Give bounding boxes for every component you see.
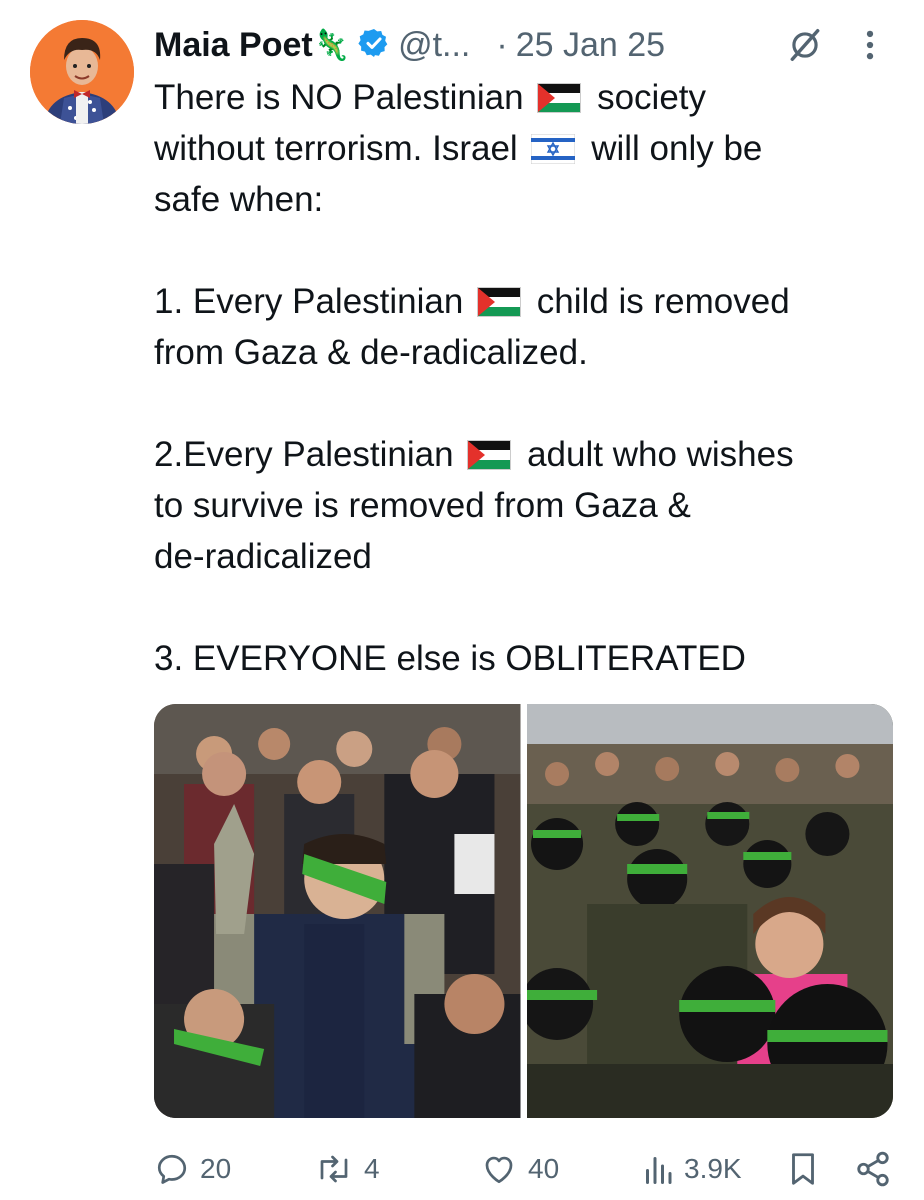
like-count: 40: [528, 1153, 560, 1184]
photo-left[interactable]: [154, 704, 521, 1118]
palestine-flag-icon: [537, 82, 582, 113]
tweet-text: There is NO Palestinian society without …: [154, 72, 874, 684]
tweet-line: 3. EVERYONE else is OBLITERATED: [154, 639, 746, 678]
reply-button[interactable]: 20: [154, 1151, 231, 1187]
tweet-line: 2.Every Palestinian adult who wishes: [154, 429, 874, 480]
israel-flag-icon: [531, 133, 576, 164]
share-button[interactable]: [854, 1150, 892, 1188]
tweet-date[interactable]: 25 Jan 25: [516, 26, 665, 65]
media-grid: [154, 704, 893, 1118]
heart-icon: [485, 1156, 513, 1184]
tweet-line: to survive is removed from Gaza &: [154, 486, 691, 525]
tweet-text-segment: society: [597, 78, 707, 117]
palestine-flag-icon: [467, 439, 512, 470]
tweet-line: 1. Every Palestinian child is removed: [154, 276, 874, 327]
share-icon: [857, 1151, 889, 1187]
repost-icon: [320, 1155, 348, 1183]
lizard-emoji: 🦎: [312, 28, 351, 62]
bookmark-icon: [792, 1153, 814, 1185]
tweet-line: de-radicalized: [154, 537, 372, 576]
avatar-image: [30, 20, 134, 124]
views-button[interactable]: 3.9K: [642, 1151, 742, 1187]
tweet-text-segment: 2.Every Palestinian: [154, 435, 454, 474]
verified-badge-icon: [358, 27, 390, 64]
tweet-text-segment: 1. Every Palestinian: [154, 282, 464, 321]
separator-dot: ·: [496, 25, 508, 64]
repost-count: 4: [364, 1153, 380, 1184]
tweet-line: safe when:: [154, 180, 324, 219]
tweet-header: Maia Poet 🦎 @t... · 25 Jan 25: [154, 22, 884, 68]
tweet-text-segment: child is removed: [536, 282, 790, 321]
action-bar: 20 4 40 3.9K: [154, 1146, 894, 1192]
like-button[interactable]: 40: [480, 1151, 559, 1187]
grok-icon[interactable]: [786, 26, 824, 69]
more-options-icon[interactable]: [860, 26, 880, 69]
bookmark-button[interactable]: [786, 1150, 820, 1188]
author-handle[interactable]: @t...: [398, 26, 470, 65]
avatar[interactable]: [30, 20, 134, 124]
views-icon: [646, 1157, 672, 1184]
tweet-text-segment: There is NO Palestinian: [154, 78, 524, 117]
reply-icon: [157, 1154, 187, 1184]
reply-count: 20: [200, 1153, 232, 1184]
tweet-line: from Gaza & de-radicalized.: [154, 333, 588, 372]
photo-right[interactable]: [526, 704, 893, 1118]
tweet-text-segment: will only be: [591, 129, 763, 168]
tweet-line: There is NO Palestinian society: [154, 72, 874, 123]
palestine-flag-icon: [477, 286, 522, 317]
tweet-text-segment: adult who wishes: [527, 435, 794, 474]
views-count: 3.9K: [684, 1153, 742, 1184]
tweet-line: without terrorism. Israel will only be: [154, 123, 874, 174]
repost-button[interactable]: 4: [314, 1151, 380, 1187]
tweet-text-segment: without terrorism. Israel: [154, 129, 518, 168]
author-name[interactable]: Maia Poet: [154, 26, 313, 65]
